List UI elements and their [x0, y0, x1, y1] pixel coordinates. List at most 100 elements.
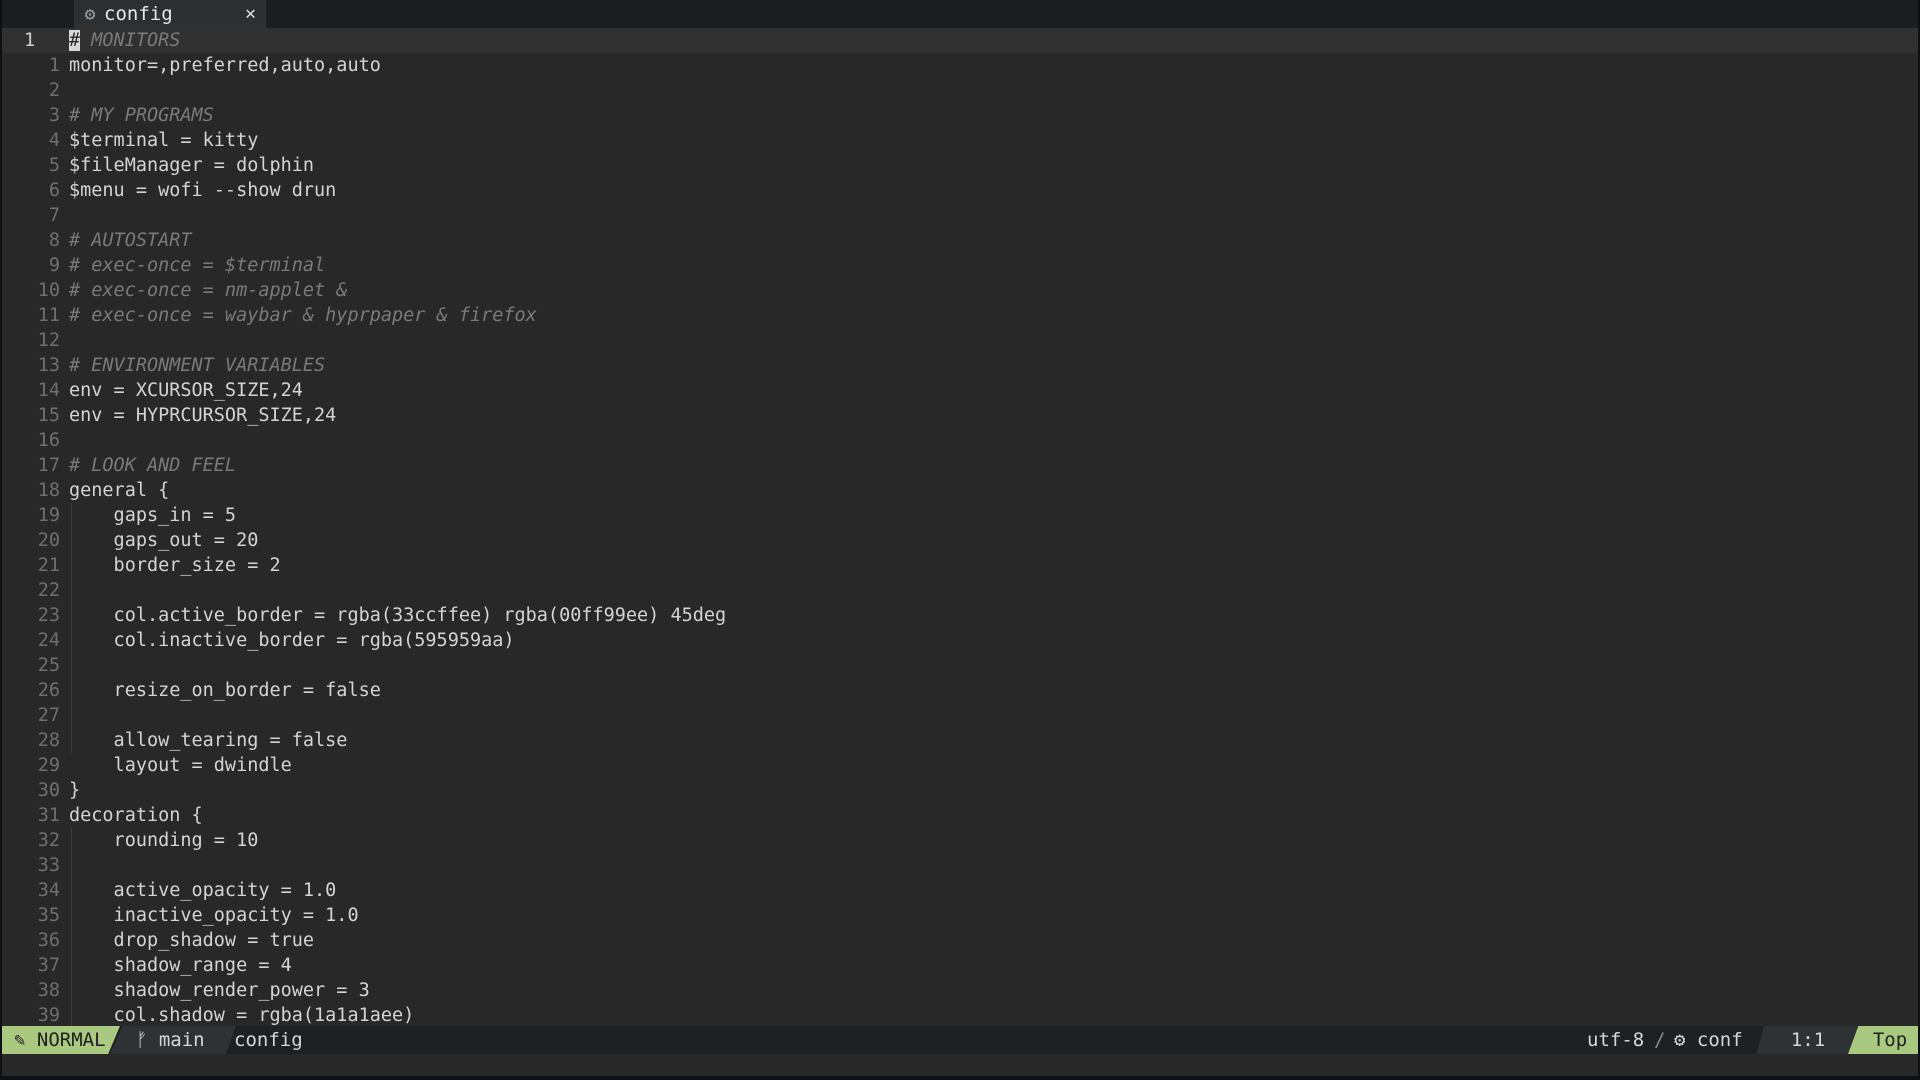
code-line[interactable]: 21 border_size = 2 — [2, 553, 1918, 578]
code-text: env = HYPRCURSOR_SIZE,24 — [69, 405, 337, 426]
code-line[interactable]: 33 — [2, 853, 1918, 878]
line-number: 37 — [37, 955, 60, 976]
gear-icon: ⚙ — [1674, 1029, 1686, 1051]
code-line[interactable]: 24 col.inactive_border = rgba(595959aa) — [2, 628, 1918, 653]
mode-indicator: ✎ NORMAL — [2, 1026, 120, 1054]
text-buffer[interactable]: 1 # MONITORS 1 monitor=,preferred,auto,auto… — [2, 28, 1918, 1028]
code-line[interactable]: 34 active_opacity = 1.0 — [2, 878, 1918, 903]
code-line[interactable]: 3 # MY PROGRAMS — [2, 103, 1918, 128]
tabline: ⚙ config ✕ — [2, 0, 1918, 28]
file-name: config — [234, 1029, 303, 1051]
code-text: rounding = 10 — [69, 830, 259, 851]
code-line[interactable]: 32 rounding = 10 — [2, 828, 1918, 853]
code-line[interactable]: 36 drop_shadow = true — [2, 928, 1918, 953]
tab-config[interactable]: ⚙ config ✕ — [74, 0, 266, 28]
line-number: 7 — [48, 205, 60, 226]
filetype-label: conf — [1696, 1029, 1743, 1051]
code-line[interactable]: 12 — [2, 328, 1918, 353]
code-text: decoration { — [69, 805, 203, 826]
code-line[interactable]: 7 — [2, 203, 1918, 228]
code-text: active_opacity = 1.0 — [69, 880, 337, 901]
line-number: 17 — [37, 455, 60, 476]
comment-text: # exec-once = nm-applet & — [69, 280, 348, 301]
line-number: 23 — [37, 605, 60, 626]
code-line[interactable]: 30} — [2, 778, 1918, 803]
status-line: ✎ NORMAL ᚠ main config utf-8 / ⚙ conf 1:… — [2, 1026, 1918, 1054]
code-text: allow_tearing = false — [69, 730, 348, 751]
line-number: 30 — [37, 780, 60, 801]
code-line[interactable]: 2 — [2, 78, 1918, 103]
code-text: general { — [69, 480, 170, 501]
code-text: col.active_border = rgba(33ccffee) rgba(… — [69, 605, 727, 626]
line-number: 4 — [48, 130, 60, 151]
line-number: 1 — [48, 55, 60, 76]
code-line[interactable]: 27 — [2, 703, 1918, 728]
line-number: 32 — [37, 830, 60, 851]
code-line[interactable]: 13 # ENVIRONMENT VARIABLES — [2, 353, 1918, 378]
code-line[interactable]: 10 # exec-once = nm-applet & — [2, 278, 1918, 303]
code-line[interactable]: 18 general { — [2, 478, 1918, 503]
code-text: resize_on_border = false — [69, 680, 381, 701]
code-line[interactable]: 26 resize_on_border = false — [2, 678, 1918, 703]
code-text: border_size = 2 — [69, 555, 281, 576]
line-number: 24 — [37, 630, 60, 651]
code-line[interactable]: 22 — [2, 578, 1918, 603]
code-line[interactable]: 20 gaps_out = 20 — [2, 528, 1918, 553]
code-line[interactable]: 1 monitor=,preferred,auto,auto — [2, 53, 1918, 78]
line-number: 35 — [37, 905, 60, 926]
comment-text: # ENVIRONMENT VARIABLES — [69, 355, 326, 376]
code-line[interactable]: 28 allow_tearing = false — [2, 728, 1918, 753]
code-line[interactable]: 6 $menu = wofi --show drun — [2, 178, 1918, 203]
code-text: env = XCURSOR_SIZE,24 — [69, 380, 303, 401]
code-line[interactable]: 16 — [2, 428, 1918, 453]
vim-icon: ✎ — [14, 1029, 26, 1051]
code-line[interactable]: 11 # exec-once = waybar & hyprpaper & fir… — [2, 303, 1918, 328]
line-number: 38 — [37, 980, 60, 1001]
code-text: } — [69, 780, 81, 801]
code-text: inactive_opacity = 1.0 — [69, 905, 359, 926]
gear-icon: ⚙ — [84, 3, 96, 25]
git-branch-segment: ᚠ main — [110, 1026, 236, 1054]
code-line[interactable]: 38 shadow_render_power = 3 — [2, 978, 1918, 1003]
line-number: 39 — [37, 1005, 60, 1026]
branch-name: main — [158, 1029, 205, 1051]
code-line[interactable]: 5 $fileManager = dolphin — [2, 153, 1918, 178]
line-number: 6 — [48, 180, 60, 201]
line-number: 2 — [48, 80, 60, 101]
line-number: 29 — [37, 755, 60, 776]
line-number: 26 — [37, 680, 60, 701]
comment-text: # AUTOSTART — [69, 230, 192, 251]
line-number: 15 — [37, 405, 60, 426]
line-number: 22 — [37, 580, 60, 601]
code-line[interactable]: 23 col.active_border = rgba(33ccffee) rg… — [2, 603, 1918, 628]
code-line[interactable]: 15 env = HYPRCURSOR_SIZE,24 — [2, 403, 1918, 428]
code-line[interactable]: 39 col.shadow = rgba(1a1a1aee) — [2, 1003, 1918, 1028]
mode-label: NORMAL — [36, 1029, 106, 1051]
comment-text: # MONITORS — [69, 28, 180, 53]
line-number: 18 — [37, 480, 60, 501]
line-number: 13 — [37, 355, 60, 376]
line-number: 1 — [24, 30, 36, 51]
close-icon[interactable]: ✕ — [245, 3, 256, 24]
code-line[interactable]: 17 # LOOK AND FEEL — [2, 453, 1918, 478]
code-line[interactable]: 9 # exec-once = $terminal — [2, 253, 1918, 278]
comment-text: # MY PROGRAMS — [69, 105, 214, 126]
command-line[interactable] — [2, 1054, 1918, 1076]
code-line[interactable]: 35 inactive_opacity = 1.0 — [2, 903, 1918, 928]
code-text: $fileManager = dolphin — [69, 155, 315, 176]
current-line[interactable]: 1 # MONITORS — [2, 28, 1918, 53]
code-line[interactable]: 29 layout = dwindle — [2, 753, 1918, 778]
filetype-segment: ⚙ conf — [1674, 1026, 1743, 1054]
code-line[interactable]: 4 $terminal = kitty — [2, 128, 1918, 153]
code-line[interactable]: 25 — [2, 653, 1918, 678]
comment-text: # LOOK AND FEEL — [69, 455, 237, 476]
scroll-position: Top — [1848, 1026, 1918, 1054]
line-number: 28 — [37, 730, 60, 751]
code-text: layout = dwindle — [69, 755, 292, 776]
comment-text: # exec-once = waybar & hyprpaper & firef… — [69, 305, 537, 326]
code-line[interactable]: 19 gaps_in = 5 — [2, 503, 1918, 528]
code-line[interactable]: 8 # AUTOSTART — [2, 228, 1918, 253]
code-line[interactable]: 31 decoration { — [2, 803, 1918, 828]
code-line[interactable]: 37 shadow_range = 4 — [2, 953, 1918, 978]
code-line[interactable]: 14 env = XCURSOR_SIZE,24 — [2, 378, 1918, 403]
